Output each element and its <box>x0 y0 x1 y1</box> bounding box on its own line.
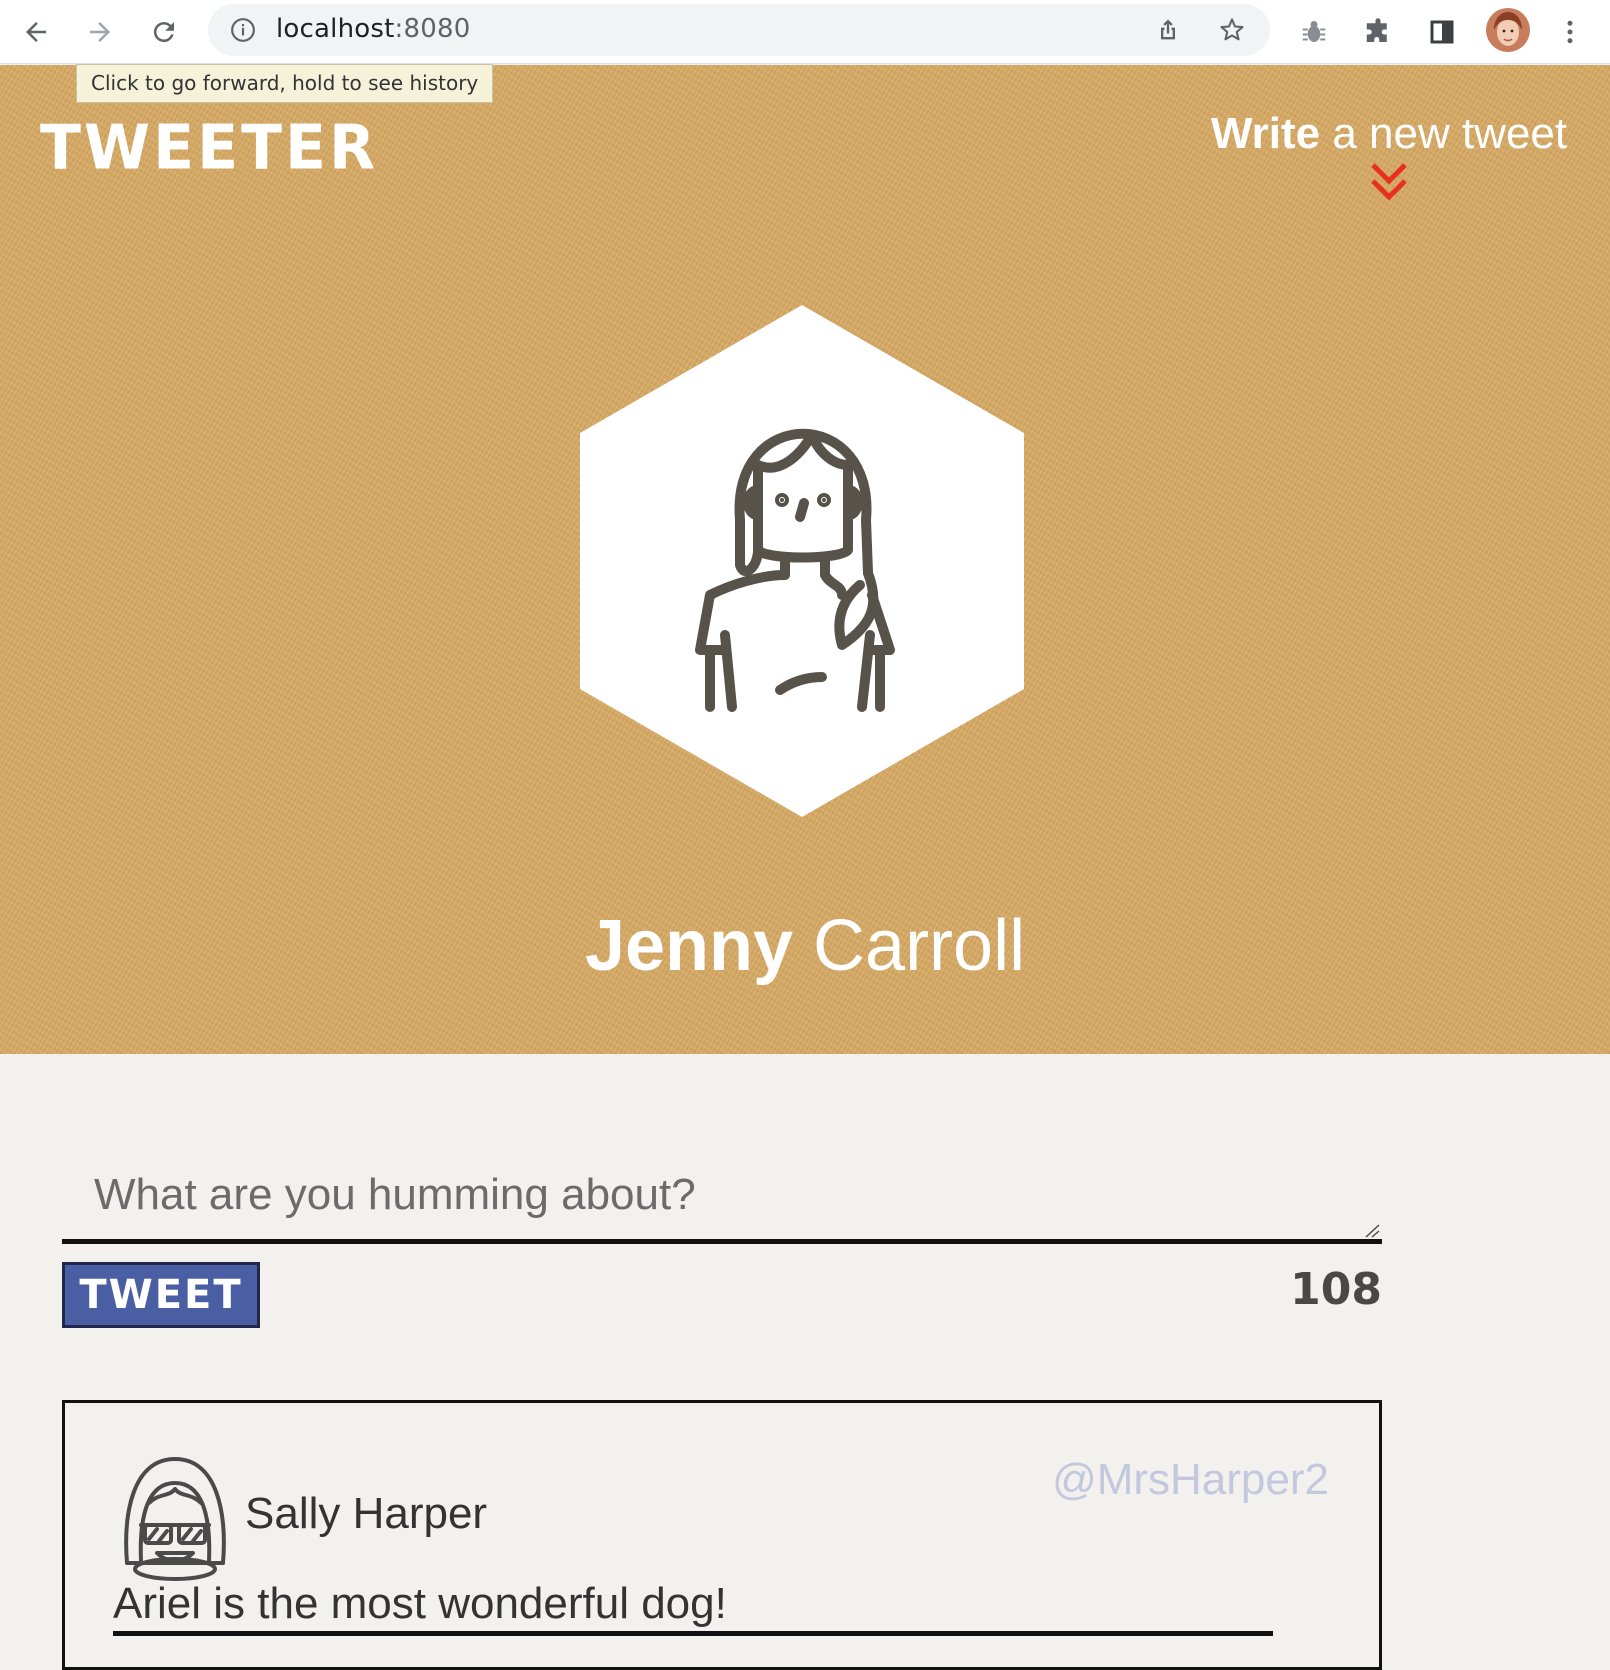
star-icon <box>1220 18 1244 41</box>
forward-button[interactable] <box>76 8 124 56</box>
url-port: :8080 <box>394 14 471 44</box>
forward-tooltip: Click to go forward, hold to see history <box>76 64 494 103</box>
url-text[interactable]: localhost:8080 <box>276 14 470 44</box>
sally-avatar-icon <box>124 1457 226 1581</box>
resize-handle-icon[interactable] <box>1364 1224 1380 1238</box>
user-photo-icon <box>1486 8 1530 52</box>
tweet-submit-button[interactable]: TWEET <box>62 1262 260 1328</box>
tweet-textarea[interactable] <box>62 1150 1382 1244</box>
write-new-tweet-toggle[interactable]: Write a new tweet <box>1204 109 1574 205</box>
reload-button[interactable] <box>140 8 188 56</box>
tweet-text: Ariel is the most wonderful dog! <box>113 1579 1273 1636</box>
reload-icon <box>153 22 174 43</box>
compose-toggle-rest: a new tweet <box>1320 109 1568 158</box>
extension-bug-button[interactable] <box>1292 10 1336 54</box>
share-button[interactable] <box>1152 14 1184 46</box>
browser-toolbar: localhost:8080 <box>0 0 1610 64</box>
profile-name: Jenny Carroll <box>0 905 1610 987</box>
profile-avatar-button[interactable] <box>1486 8 1530 52</box>
bookmark-button[interactable] <box>1216 14 1248 46</box>
url-host: localhost <box>276 14 395 44</box>
profile-first-name: Jenny <box>584 906 794 986</box>
side-panel-button[interactable] <box>1420 10 1464 54</box>
more-vert-icon <box>1567 20 1573 44</box>
info-icon[interactable] <box>230 17 256 43</box>
arrow-right-icon <box>90 22 110 42</box>
back-button[interactable] <box>12 8 60 56</box>
profile-avatar <box>580 305 1024 817</box>
character-counter: 108 <box>1290 1264 1382 1315</box>
browser-menu-button[interactable] <box>1548 10 1592 54</box>
profile-header: TWEETER Write a new tweet Jenny Carroll <box>0 65 1610 1054</box>
compose-toggle-label: Write a new tweet <box>1204 109 1574 159</box>
puzzle-icon <box>1366 18 1387 42</box>
tweet-author-name: Sally Harper <box>245 1489 488 1538</box>
address-bar[interactable]: localhost:8080 <box>208 4 1270 56</box>
double-chevron-down-icon <box>1371 163 1407 201</box>
extensions-button[interactable] <box>1356 10 1400 54</box>
brand-logo[interactable]: TWEETER <box>40 112 378 183</box>
compose-form: TWEET 108 <box>62 1150 1382 1328</box>
tweet-article: Sally Harper @MrsHarper2 Ariel is the mo… <box>62 1400 1382 1670</box>
tweet-author-handle[interactable]: @MrsHarper2 <box>1052 1455 1329 1505</box>
bug-icon <box>1302 21 1326 42</box>
arrow-left-icon <box>26 22 46 42</box>
side-panel-icon <box>1430 20 1454 44</box>
compose-toggle-strong: Write <box>1210 109 1321 158</box>
profile-last-name: Carroll <box>793 906 1026 986</box>
share-icon <box>1161 19 1175 40</box>
